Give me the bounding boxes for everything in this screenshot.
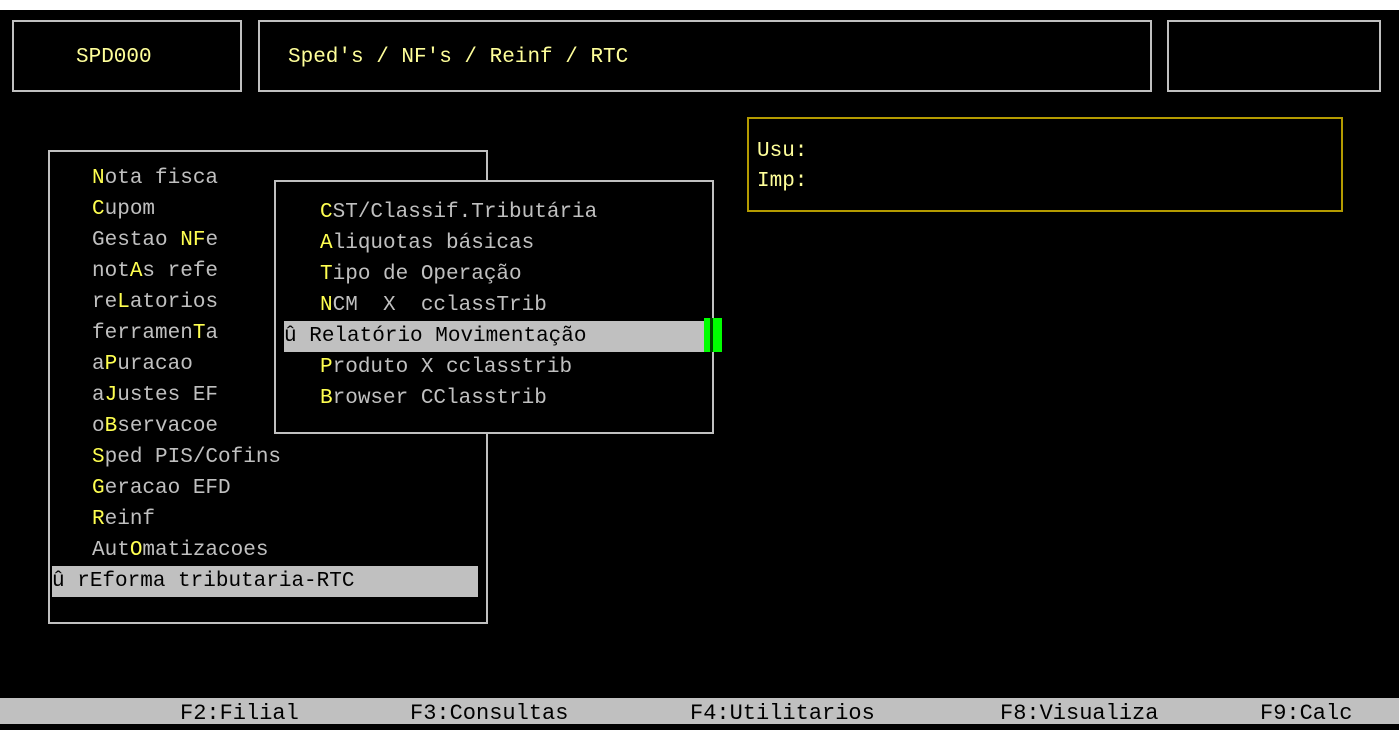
main-menu-item-hotkey: C <box>92 198 105 221</box>
submenu-item-hotkey: B <box>320 387 333 410</box>
main-menu-item-label-post: a <box>205 322 219 345</box>
main-menu-item-hotkey: E <box>89 570 103 593</box>
fkey-visualiza[interactable]: F8:Visualiza <box>1000 698 1158 726</box>
title-box: Sped's / NF's / Reinf / RTC <box>258 20 1152 92</box>
main-menu-item[interactable]: û rEforma tributaria-RTC <box>52 566 478 597</box>
main-menu-item-label-pre: a <box>92 384 105 407</box>
main-menu-item-label-post: e <box>205 229 219 252</box>
submenu-item-hotkey: P <box>320 356 333 379</box>
main-menu-item-label-post: matizacoes <box>142 539 269 562</box>
submenu-item[interactable]: Browser CClasstrib <box>320 383 547 414</box>
main-menu-item-label-post: uracao <box>117 353 193 376</box>
printer-label: Imp: <box>757 170 808 193</box>
main-menu-item[interactable]: Cupom <box>92 194 155 225</box>
fkey-filial[interactable]: F2:Filial <box>180 698 299 726</box>
main-menu-item-label-pre: o <box>92 415 105 438</box>
submenu-item[interactable]: Tipo de Operação <box>320 259 522 290</box>
main-menu-item-label-pre: not <box>92 260 130 283</box>
main-menu-item-hotkey: T <box>192 322 206 345</box>
main-menu-item-hotkey: B <box>104 415 118 438</box>
submenu-item-label-post: roduto X cclasstrib <box>332 356 573 379</box>
main-menu-item[interactable]: notAs refe <box>92 256 218 287</box>
main-menu-item-hotkey: A <box>129 260 143 283</box>
main-menu-item-hotkey: P <box>104 353 118 376</box>
fkey-calc[interactable]: F9:Calc <box>1260 698 1352 726</box>
program-code-box: SPD000 <box>12 20 242 92</box>
main-menu-item-label-post: ustes EF <box>117 384 219 407</box>
page-title: Sped's / NF's / Reinf / RTC <box>288 46 629 69</box>
function-key-bar: F2:Filial F3:Consultas F4:Utilitarios F8… <box>0 698 1399 726</box>
main-menu-item[interactable]: Sped PIS/Cofins <box>92 442 281 473</box>
submenu-item-hotkey: A <box>320 232 333 255</box>
submenu-item-label-post: ST/Classif.Tributária <box>332 201 598 224</box>
fkey-utilitarios[interactable]: F4:Utilitarios <box>690 698 875 726</box>
fkey-consultas[interactable]: F3:Consultas <box>410 698 568 726</box>
main-menu-item-hotkey: L <box>117 291 130 314</box>
main-menu-item[interactable]: aPuracao <box>92 349 193 380</box>
main-menu-item-label-pre: re <box>92 291 118 314</box>
user-label: Usu: <box>757 140 808 163</box>
submenu-item-hotkey: N <box>320 294 333 317</box>
submenu-item-label-post: CM X cclassTrib <box>332 294 547 317</box>
header-right-box <box>1167 20 1381 92</box>
submenu-item-label-post: elatório Movimentação <box>321 325 587 348</box>
main-menu-item[interactable]: oBservacoe <box>92 411 218 442</box>
main-menu-item[interactable]: aJustes EF <box>92 380 218 411</box>
main-menu-item[interactable]: Gestao NFe <box>92 225 218 256</box>
main-menu-item[interactable]: AutOmatizacoes <box>92 535 268 566</box>
text-cursor <box>704 318 722 352</box>
main-menu-item[interactable]: reLatorios <box>92 287 218 318</box>
main-menu-item-label-post: ped PIS/Cofins <box>104 446 282 469</box>
main-menu-item[interactable]: Geracao EFD <box>92 473 231 504</box>
user-info-box: Usu: Imp: <box>747 117 1343 212</box>
main-menu-item-label-pre: Gestao <box>92 229 181 252</box>
submenu-item-label-post: rowser CClasstrib <box>332 387 547 410</box>
submenu-item-hotkey: T <box>320 263 333 286</box>
main-menu-item-hotkey: NF <box>180 229 206 252</box>
main-menu-item-label-post: einf <box>104 508 156 531</box>
main-menu-item[interactable]: Reinf <box>92 504 155 535</box>
submenu-item-hotkey: C <box>320 201 333 224</box>
main-menu-item-hotkey: S <box>92 446 105 469</box>
main-menu-item-label-pre: û r <box>52 570 90 593</box>
main-menu-item-label-post: servacoe <box>117 415 219 438</box>
submenu-item[interactable]: Aliquotas básicas <box>320 228 534 259</box>
submenu-item-label-pre: û <box>284 325 310 348</box>
main-menu-item-label-post: forma tributaria-RTC <box>102 570 355 593</box>
main-menu-item-label-post: ota fisca <box>104 167 219 190</box>
main-menu-item-label-post: upom <box>104 198 156 221</box>
window-top-strip <box>0 0 1399 10</box>
submenu-item[interactable]: NCM X cclassTrib <box>320 290 547 321</box>
submenu-item[interactable]: Produto X cclasstrib <box>320 352 572 383</box>
main-menu-item[interactable]: Nota fisca <box>92 163 218 194</box>
main-menu-item-label-pre: Aut <box>92 539 130 562</box>
main-menu-item-hotkey: J <box>104 384 118 407</box>
main-menu-item-label-pre: ferramen <box>92 322 193 345</box>
main-menu-item-label-post: eracao EFD <box>104 477 231 500</box>
program-code: SPD000 <box>76 46 152 69</box>
main-menu-item-label-post: atorios <box>129 291 219 314</box>
submenu-item[interactable]: CST/Classif.Tributária <box>320 197 597 228</box>
submenu-item-hotkey: R <box>309 325 322 348</box>
main-menu-item-label-post: s refe <box>142 260 219 283</box>
main-menu-item-hotkey: R <box>92 508 105 531</box>
main-menu-item-hotkey: N <box>92 167 105 190</box>
submenu-item-label-post: ipo de Operação <box>332 263 522 286</box>
main-menu-item[interactable]: ferramenTa <box>92 318 218 349</box>
text-cursor-shade <box>710 318 713 352</box>
main-menu-item-label-pre: a <box>92 353 105 376</box>
main-menu-item-hotkey: G <box>92 477 105 500</box>
submenu-item-label-post: liquotas básicas <box>332 232 535 255</box>
submenu-item[interactable]: û Relatório Movimentação <box>284 321 704 352</box>
main-menu-item-hotkey: O <box>129 539 143 562</box>
